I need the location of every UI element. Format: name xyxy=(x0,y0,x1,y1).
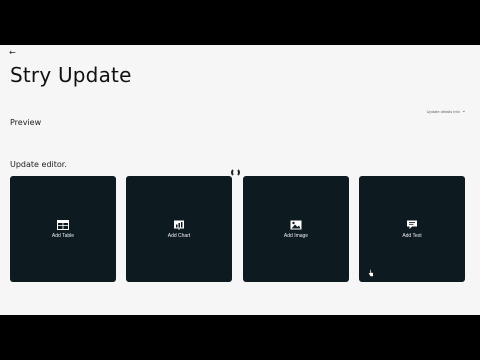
add-table-label: Add Table xyxy=(51,232,75,239)
app-screen: ← Stry Update Update details info ⌄ Prev… xyxy=(0,45,480,315)
add-chart-card[interactable]: Add Chart xyxy=(126,176,232,282)
text-bubble-icon xyxy=(407,220,417,229)
chart-icon xyxy=(174,220,184,230)
chevron-down-icon: ⌄ xyxy=(461,108,466,114)
image-icon xyxy=(290,220,302,229)
add-text-label: Add Text xyxy=(402,232,422,239)
add-chart-label: Add Chart xyxy=(167,232,191,239)
add-image-card[interactable]: Add Image xyxy=(243,176,349,282)
table-icon xyxy=(57,219,69,230)
back-arrow-icon[interactable]: ← xyxy=(9,49,16,57)
add-table-card[interactable]: Add Table xyxy=(10,176,116,282)
update-info-dropdown[interactable]: Update details info ⌄ xyxy=(427,108,466,114)
update-info-label: Update details info xyxy=(426,108,460,114)
add-image-label: Add Image xyxy=(283,232,309,239)
spinner-icon xyxy=(231,168,240,177)
hand-cursor-icon xyxy=(368,269,374,277)
page-title: Stry Update xyxy=(10,63,132,87)
preview-heading: Preview xyxy=(10,118,42,127)
editor-heading: Update editor. xyxy=(10,160,67,169)
add-text-card[interactable]: Add Text xyxy=(359,176,465,282)
